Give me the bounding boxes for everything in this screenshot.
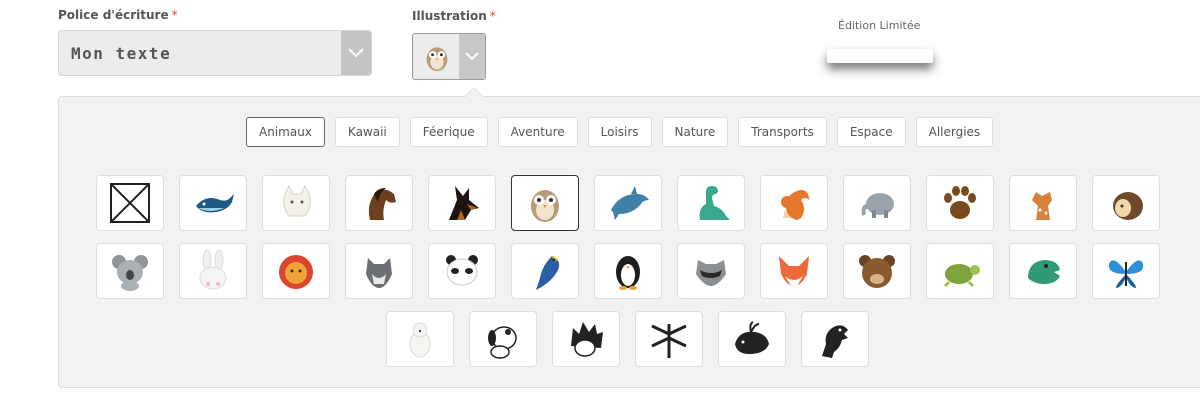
illustration-option-none[interactable] <box>96 175 164 231</box>
illustration-option-bunny[interactable] <box>179 243 247 299</box>
illustration-option-turtle[interactable] <box>926 243 994 299</box>
illustration-option-horse[interactable] <box>345 175 413 231</box>
whale-icon <box>190 180 236 226</box>
illustration-option-hedgehog-bw[interactable] <box>552 311 620 367</box>
fox-icon <box>771 248 817 294</box>
font-label: Police d'écriture * <box>58 8 178 22</box>
illustration-option-dalmatian[interactable] <box>469 311 537 367</box>
trex-icon <box>1020 248 1066 294</box>
panel-caret <box>464 87 484 97</box>
dolphin-icon <box>605 180 651 226</box>
tab-aventure[interactable]: Aventure <box>497 117 578 147</box>
wolf-icon <box>356 248 402 294</box>
butterfly-icon <box>1103 248 1149 294</box>
penguin-icon <box>605 248 651 294</box>
chevron-down-icon <box>459 34 485 79</box>
illustration-option-koala[interactable] <box>96 243 164 299</box>
illustration-option-raccoon[interactable] <box>677 243 745 299</box>
illustration-option-squirrel[interactable] <box>760 175 828 231</box>
horse-icon <box>356 180 402 226</box>
illustration-option-hedgehog[interactable] <box>1092 175 1160 231</box>
tab-nature[interactable]: Nature <box>661 117 729 147</box>
polar-bear-icon <box>397 316 443 362</box>
tab-espace[interactable]: Espace <box>836 117 906 147</box>
category-tabs: Animaux Kawaii Féerique Aventure Loisirs… <box>246 117 994 147</box>
illustration-option-cat[interactable] <box>262 175 330 231</box>
dino-bw-icon <box>812 316 858 362</box>
tab-loisirs[interactable]: Loisirs <box>587 117 652 147</box>
illustration-option-butterfly[interactable] <box>1092 243 1160 299</box>
dragonfly-icon <box>646 316 692 362</box>
koala-icon <box>107 248 153 294</box>
product-preview-shadow <box>827 49 933 63</box>
font-select-value: Mon texte <box>71 44 172 63</box>
illustration-option-whale[interactable] <box>179 175 247 231</box>
doberman-icon <box>439 180 485 226</box>
illustration-option-dolphin[interactable] <box>594 175 662 231</box>
illustration-option-lion[interactable] <box>262 243 330 299</box>
illustration-option-dragonfly[interactable] <box>635 311 703 367</box>
illustration-row-2 <box>96 243 1160 299</box>
raccoon-icon <box>688 248 734 294</box>
illustration-option-parrot[interactable] <box>511 243 579 299</box>
illustration-option-panda[interactable] <box>428 243 496 299</box>
illustration-option-trex[interactable] <box>1009 243 1077 299</box>
elephant-icon <box>854 180 900 226</box>
parrot-icon <box>522 248 568 294</box>
tab-kawaii[interactable]: Kawaii <box>334 117 400 147</box>
paw-icon <box>937 180 983 226</box>
font-select[interactable]: Mon texte <box>58 30 372 76</box>
owl-icon <box>522 180 568 226</box>
hedgehog-bw-icon <box>563 316 609 362</box>
bunny-icon <box>190 248 236 294</box>
illustration-row-3 <box>386 311 869 367</box>
edition-limitee-label: Édition Limitée <box>838 19 921 32</box>
illustration-option-whale-bw[interactable] <box>718 311 786 367</box>
bear-icon <box>854 248 900 294</box>
dalmatian-icon <box>480 316 526 362</box>
lion-icon <box>273 248 319 294</box>
illustration-option-polar-bear[interactable] <box>386 311 454 367</box>
squirrel-icon <box>771 180 817 226</box>
cat-icon <box>273 180 319 226</box>
illustration-option-deer[interactable] <box>1009 175 1077 231</box>
whale-bw-icon <box>729 316 775 362</box>
tab-allergies[interactable]: Allergies <box>915 117 994 147</box>
hedgehog-icon <box>1103 180 1149 226</box>
tab-feerique[interactable]: Féerique <box>409 117 488 147</box>
illustration-option-bear[interactable] <box>843 243 911 299</box>
tab-animaux[interactable]: Animaux <box>246 117 325 147</box>
illustration-option-dino-bw[interactable] <box>801 311 869 367</box>
illustration-option-owl[interactable] <box>511 175 579 231</box>
illustration-option-dinosaur[interactable] <box>677 175 745 231</box>
illustration-option-doberman[interactable] <box>428 175 496 231</box>
chevron-down-icon <box>341 31 371 75</box>
illustration-option-paw[interactable] <box>926 175 994 231</box>
none-icon <box>107 180 153 226</box>
illustration-option-wolf[interactable] <box>345 243 413 299</box>
tab-transports[interactable]: Transports <box>738 117 827 147</box>
illustration-option-penguin[interactable] <box>594 243 662 299</box>
deer-icon <box>1020 180 1066 226</box>
illustration-row-1 <box>96 175 1160 231</box>
illustration-select[interactable] <box>412 33 486 80</box>
turtle-icon <box>937 248 983 294</box>
panda-icon <box>439 248 485 294</box>
illustration-label: Illustration * <box>412 9 496 23</box>
selected-illustration-owl-icon <box>415 36 459 77</box>
dinosaur-icon <box>688 180 734 226</box>
illustration-option-elephant[interactable] <box>843 175 911 231</box>
illustration-option-fox[interactable] <box>760 243 828 299</box>
